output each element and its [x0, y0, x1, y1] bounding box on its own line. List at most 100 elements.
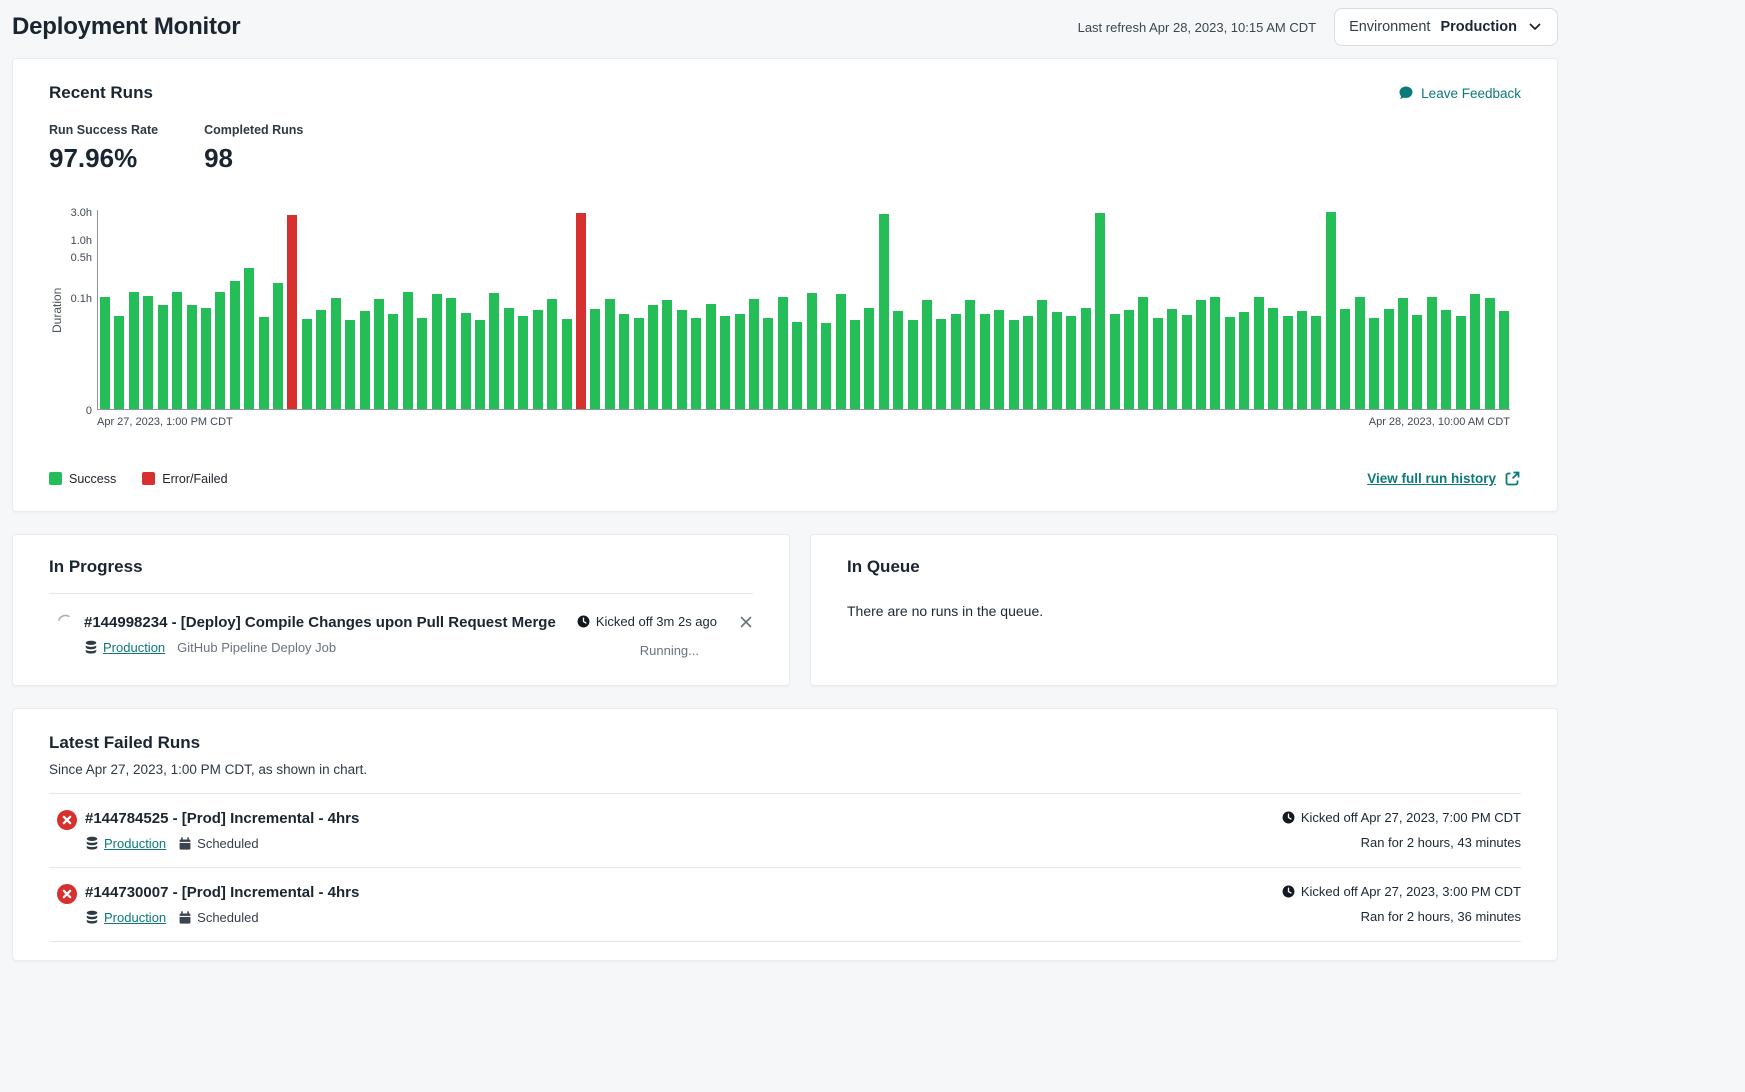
chart-bar-success[interactable]	[965, 300, 975, 409]
chart-bar-success[interactable]	[302, 319, 312, 409]
chart-bar-success[interactable]	[1153, 318, 1163, 409]
chart-bar-success[interactable]	[562, 319, 572, 409]
chart-bar-success[interactable]	[590, 309, 600, 409]
chart-bar-success[interactable]	[619, 314, 629, 409]
chart-bar-success[interactable]	[114, 316, 124, 409]
environment-link[interactable]: Production	[85, 836, 166, 851]
chart-bar-success[interactable]	[1470, 294, 1480, 409]
chart-bar-success[interactable]	[778, 297, 788, 409]
chart-bar-success[interactable]	[706, 304, 716, 409]
chart-bar-success[interactable]	[893, 311, 903, 409]
chart-bar-success[interactable]	[749, 299, 759, 409]
chart-bar-success[interactable]	[259, 317, 269, 409]
chart-bar-success[interactable]	[158, 305, 168, 409]
chart-bar-success[interactable]	[836, 294, 846, 409]
chart-bar-success[interactable]	[129, 292, 139, 409]
leave-feedback-button[interactable]: Leave Feedback	[1398, 85, 1521, 101]
chart-bar-success[interactable]	[143, 296, 153, 410]
chart-bar-success[interactable]	[1268, 308, 1278, 409]
chart-bar-success[interactable]	[864, 308, 874, 410]
environment-link[interactable]: Production	[84, 640, 165, 655]
chart-bar-success[interactable]	[533, 310, 543, 409]
chart-bar-success[interactable]	[1210, 297, 1220, 409]
chart-bar-success[interactable]	[1283, 316, 1293, 409]
chart-bar-success[interactable]	[518, 316, 528, 409]
chart-bar-failed[interactable]	[576, 213, 586, 409]
chart-bar-success[interactable]	[244, 268, 254, 409]
chart-bar-success[interactable]	[1124, 310, 1134, 409]
chart-bar-success[interactable]	[1369, 318, 1379, 409]
chart-bar-success[interactable]	[1456, 316, 1466, 409]
chart-bar-success[interactable]	[331, 298, 341, 409]
chart-bar-success[interactable]	[461, 313, 471, 409]
chart-bar-success[interactable]	[1110, 314, 1120, 409]
chart-bar-success[interactable]	[1311, 316, 1321, 409]
chart-bar-success[interactable]	[388, 314, 398, 409]
chart-bar-success[interactable]	[172, 292, 182, 409]
chart-bar-success[interactable]	[720, 316, 730, 409]
chart-bar-success[interactable]	[807, 293, 817, 409]
chart-bar-success[interactable]	[504, 308, 514, 410]
chart-bar-success[interactable]	[677, 310, 687, 409]
chart-bar-success[interactable]	[1412, 315, 1422, 409]
chart-bar-success[interactable]	[821, 323, 831, 409]
chart-bar-success[interactable]	[1182, 315, 1192, 409]
chart-bar-success[interactable]	[1239, 312, 1249, 409]
chart-bar-success[interactable]	[1023, 316, 1033, 409]
chart-bar-success[interactable]	[547, 299, 557, 409]
chart-bar-success[interactable]	[1081, 308, 1091, 409]
chart-bar-success[interactable]	[345, 320, 355, 409]
chart-bar-success[interactable]	[1196, 300, 1206, 409]
chart-bar-success[interactable]	[1499, 311, 1509, 409]
chart-bar-success[interactable]	[792, 322, 802, 410]
chart-bar-success[interactable]	[1037, 300, 1047, 409]
chart-bar-success[interactable]	[489, 293, 499, 409]
chart-bar-success[interactable]	[1254, 297, 1264, 409]
environment-selector[interactable]: Environment Production	[1334, 8, 1558, 46]
chart-bar-success[interactable]	[417, 318, 427, 409]
production-link[interactable]: Production	[104, 836, 166, 851]
chart-bar-success[interactable]	[1441, 310, 1451, 409]
chart-bar-success[interactable]	[691, 318, 701, 409]
chart-bar-success[interactable]	[1427, 297, 1437, 409]
chart-bar-success[interactable]	[980, 314, 990, 409]
chart-bar-success[interactable]	[230, 281, 240, 409]
chart-bar-success[interactable]	[936, 319, 946, 409]
chart-bar-success[interactable]	[100, 297, 110, 409]
chart-bar-success[interactable]	[1485, 298, 1495, 409]
chart-bar-success[interactable]	[201, 308, 211, 409]
chart-bar-success[interactable]	[1225, 317, 1235, 409]
chart-bar-success[interactable]	[1095, 213, 1105, 409]
production-link[interactable]: Production	[104, 910, 166, 925]
chart-bar-success[interactable]	[634, 318, 644, 409]
chart-bar-success[interactable]	[1066, 316, 1076, 409]
chart-bar-success[interactable]	[432, 294, 442, 410]
chart-bar-success[interactable]	[215, 292, 225, 409]
chart-bar-success[interactable]	[1009, 320, 1019, 409]
chart-bar-success[interactable]	[1398, 298, 1408, 409]
production-link[interactable]: Production	[103, 640, 165, 655]
chart-bar-success[interactable]	[360, 311, 370, 409]
environment-link[interactable]: Production	[85, 910, 166, 925]
chart-bar-success[interactable]	[994, 310, 1004, 409]
chart-bar-success[interactable]	[951, 314, 961, 409]
chart-bar-success[interactable]	[187, 305, 197, 409]
chart-bar-success[interactable]	[446, 298, 456, 409]
chart-bar-success[interactable]	[1297, 311, 1307, 409]
chart-bar-success[interactable]	[1384, 309, 1394, 409]
close-button[interactable]	[739, 615, 753, 629]
chart-bar-success[interactable]	[662, 300, 672, 409]
chart-bar-success[interactable]	[403, 292, 413, 409]
chart-bar-success[interactable]	[475, 320, 485, 409]
chart-bar-success[interactable]	[648, 305, 658, 409]
view-full-run-history-link[interactable]: View full run history	[1367, 470, 1521, 487]
chart-bar-success[interactable]	[850, 320, 860, 409]
chart-bar-success[interactable]	[605, 299, 615, 409]
chart-bar-success[interactable]	[1052, 312, 1062, 409]
chart-bar-success[interactable]	[922, 300, 932, 409]
chart-bar-success[interactable]	[1138, 297, 1148, 409]
chart-bar-success[interactable]	[1355, 297, 1365, 409]
chart-bar-success[interactable]	[735, 314, 745, 409]
chart-bar-success[interactable]	[374, 299, 384, 409]
chart-bar-success[interactable]	[908, 320, 918, 409]
